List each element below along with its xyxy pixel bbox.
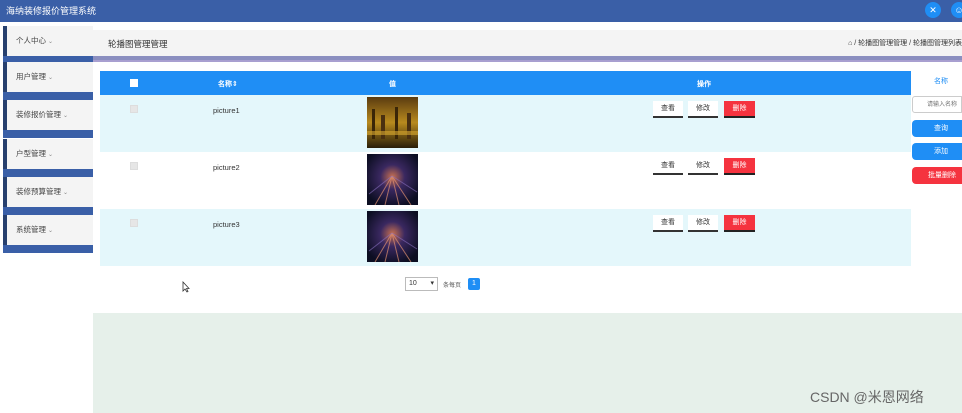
page-title: 轮播图管理管理 [108,39,168,49]
add-button[interactable]: 添加 [912,143,962,160]
sidebar-item-label: 个人中心 [16,36,46,45]
row-name: picture3 [213,220,240,229]
column-header-actions: 操作 [697,81,711,88]
search-label: 名称 [934,78,948,85]
edit-button[interactable]: 修改 [688,158,718,175]
chevron-down-icon: ⌄ [48,39,54,45]
sidebar-item-users[interactable]: 用户管理 ⌄ [3,62,93,92]
select-all-checkbox[interactable] [130,79,138,87]
search-input[interactable] [912,96,962,113]
menu-separator [3,92,93,100]
watermark: CSDN @米恩网络 [810,389,924,405]
view-button[interactable]: 查看 [653,158,683,175]
sidebar: 个人中心 ⌄ 用户管理 ⌄ 装修报价管理 ⌄ 户型管理 ⌄ 装修预算管理 ⌄ 系统管理 ⌄ [0,22,93,413]
chevron-down-icon: ⌄ [48,75,54,81]
thumbnail-image [367,211,418,262]
row-name: picture2 [213,163,240,172]
page-size-value: 10 [409,280,417,287]
thumbnail-image [367,154,418,205]
menu-separator [3,169,93,177]
page-size-select[interactable]: 10 ▾ [405,277,438,291]
sidebar-item-label: 装修预算管理 [16,187,61,196]
mouse-cursor-icon [182,281,190,293]
table-header: 名称⇕ 值 操作 [100,71,911,95]
thumbnail-image [367,97,418,148]
sidebar-item-label: 系统管理 [16,225,46,234]
row-checkbox[interactable] [130,219,138,227]
fullscreen-icon[interactable]: ✕ [925,2,941,18]
table-row: picture2 查看 修改 删除 [100,152,911,209]
title-divider [93,60,962,62]
table-row: picture3 查看 修改 删除 [100,209,911,266]
title-bar: 轮播图管理管理 ⌂ / 轮播图管理管理 / 轮播图管理列表 [93,30,962,56]
sidebar-item-floorplans[interactable]: 户型管理 ⌄ [3,139,93,169]
top-header: 海纳装修报价管理系统 ✕ ☺ [0,0,962,22]
per-page-label: 条每页 [443,283,462,289]
sidebar-item-label: 用户管理 [16,72,46,81]
query-button[interactable]: 查询 [912,120,962,137]
sidebar-item-profile[interactable]: 个人中心 ⌄ [3,26,93,56]
breadcrumb: ⌂ / 轮播图管理管理 / 轮播图管理列表 [848,38,962,48]
column-header-name[interactable]: 名称⇕ [218,79,238,89]
edit-button[interactable]: 修改 [688,215,718,232]
sidebar-item-label: 装修报价管理 [16,110,61,119]
batch-delete-button[interactable]: 批量删除 [912,167,962,184]
row-checkbox[interactable] [130,105,138,113]
chevron-down-icon: ⌄ [63,113,69,119]
chevron-down-icon: ▾ [430,280,434,287]
menu-separator [3,207,93,215]
view-button[interactable]: 查看 [653,101,683,118]
view-button[interactable]: 查看 [653,215,683,232]
data-table: 名称⇕ 值 操作 picture1 查看 修改 删除 picture2 查看 修… [100,71,911,266]
sidebar-item-system[interactable]: 系统管理 ⌄ [3,215,93,245]
delete-button[interactable]: 删除 [724,158,755,175]
menu-separator [3,245,93,253]
edit-button[interactable]: 修改 [688,101,718,118]
table-row: picture1 查看 修改 删除 [100,95,911,152]
sidebar-item-quotes[interactable]: 装修报价管理 ⌄ [3,100,93,130]
menu-separator [3,130,93,138]
delete-button[interactable]: 删除 [724,215,755,232]
row-name: picture1 [213,106,240,115]
chevron-down-icon: ⌄ [48,228,54,234]
page-number-button[interactable]: 1 [468,278,480,290]
chevron-down-icon: ⌄ [63,190,69,196]
column-header-value: 值 [389,81,396,88]
sidebar-item-budget[interactable]: 装修预算管理 ⌄ [3,177,93,207]
delete-button[interactable]: 删除 [724,101,755,118]
user-icon[interactable]: ☺ [951,2,962,18]
home-icon[interactable]: ⌂ [848,40,852,47]
app-title: 海纳装修报价管理系统 [6,6,97,16]
breadcrumb-text[interactable]: / 轮播图管理管理 / 轮播图管理列表 [854,40,962,47]
row-checkbox[interactable] [130,162,138,170]
sidebar-item-label: 户型管理 [16,149,46,158]
chevron-down-icon: ⌄ [48,152,54,158]
